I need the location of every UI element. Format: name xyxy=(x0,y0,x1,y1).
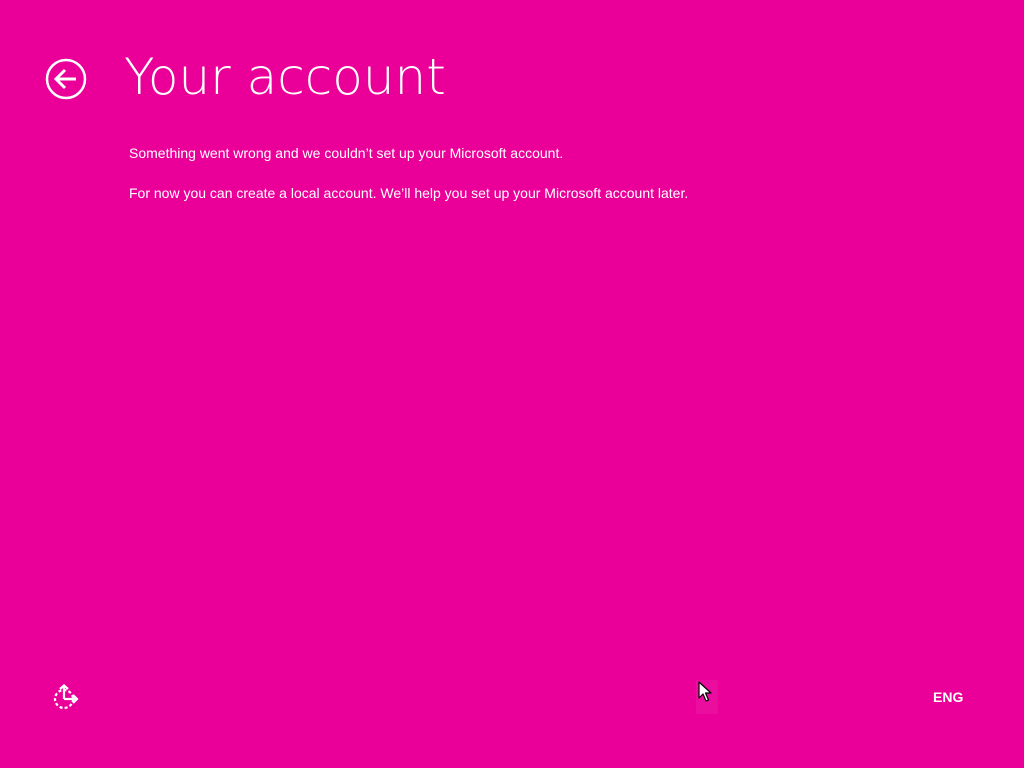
setup-screen: { "theme": { "background": "#EA0099", "f… xyxy=(0,0,1024,768)
back-arrow-icon xyxy=(45,58,87,100)
error-message: Something went wrong and we couldn’t set… xyxy=(129,145,564,161)
mouse-pointer-icon xyxy=(698,681,712,703)
page-title: Your account xyxy=(124,48,446,106)
ease-of-access-button[interactable] xyxy=(52,684,80,712)
language-indicator[interactable]: ENG xyxy=(933,688,963,706)
ease-of-access-icon xyxy=(53,684,79,710)
local-account-message: For now you can create a local account. … xyxy=(129,185,689,201)
back-button[interactable] xyxy=(45,58,87,100)
